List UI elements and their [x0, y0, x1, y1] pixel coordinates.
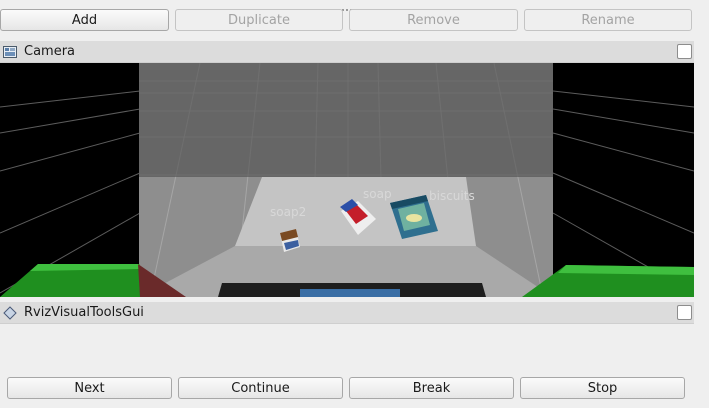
soap-label: soap: [363, 187, 392, 201]
biscuits-label: biscuits: [429, 189, 475, 203]
camera-viewport[interactable]: soap2 soap biscuits: [0, 63, 694, 297]
continue-button[interactable]: Continue: [178, 377, 343, 399]
break-button[interactable]: Break: [349, 377, 514, 399]
splitter-grip-top[interactable]: [338, 0, 354, 11]
duplicate-button[interactable]: Duplicate: [175, 9, 343, 31]
next-button[interactable]: Next: [7, 377, 172, 399]
add-button[interactable]: Add: [0, 9, 169, 31]
camera-panel-icon: [3, 46, 17, 58]
rename-button[interactable]: Rename: [524, 9, 692, 31]
rviz-panel-header: RvizVisualToolsGui: [0, 302, 694, 324]
rviz-panel-checkbox[interactable]: [677, 305, 692, 320]
soap2-label: soap2: [270, 205, 307, 219]
rviz-panel-title: RvizVisualToolsGui: [24, 305, 144, 320]
camera-panel-header: Camera: [0, 41, 694, 63]
diamond-panel-icon: [3, 306, 17, 320]
camera-panel-title: Camera: [24, 44, 76, 59]
splitter-grip-middle[interactable]: [338, 35, 354, 46]
scene-render: [0, 63, 694, 297]
stop-button[interactable]: Stop: [520, 377, 685, 399]
remove-button[interactable]: Remove: [349, 9, 518, 31]
camera-panel-checkbox[interactable]: [677, 44, 692, 59]
splitter-grip-lower[interactable]: [338, 297, 354, 308]
